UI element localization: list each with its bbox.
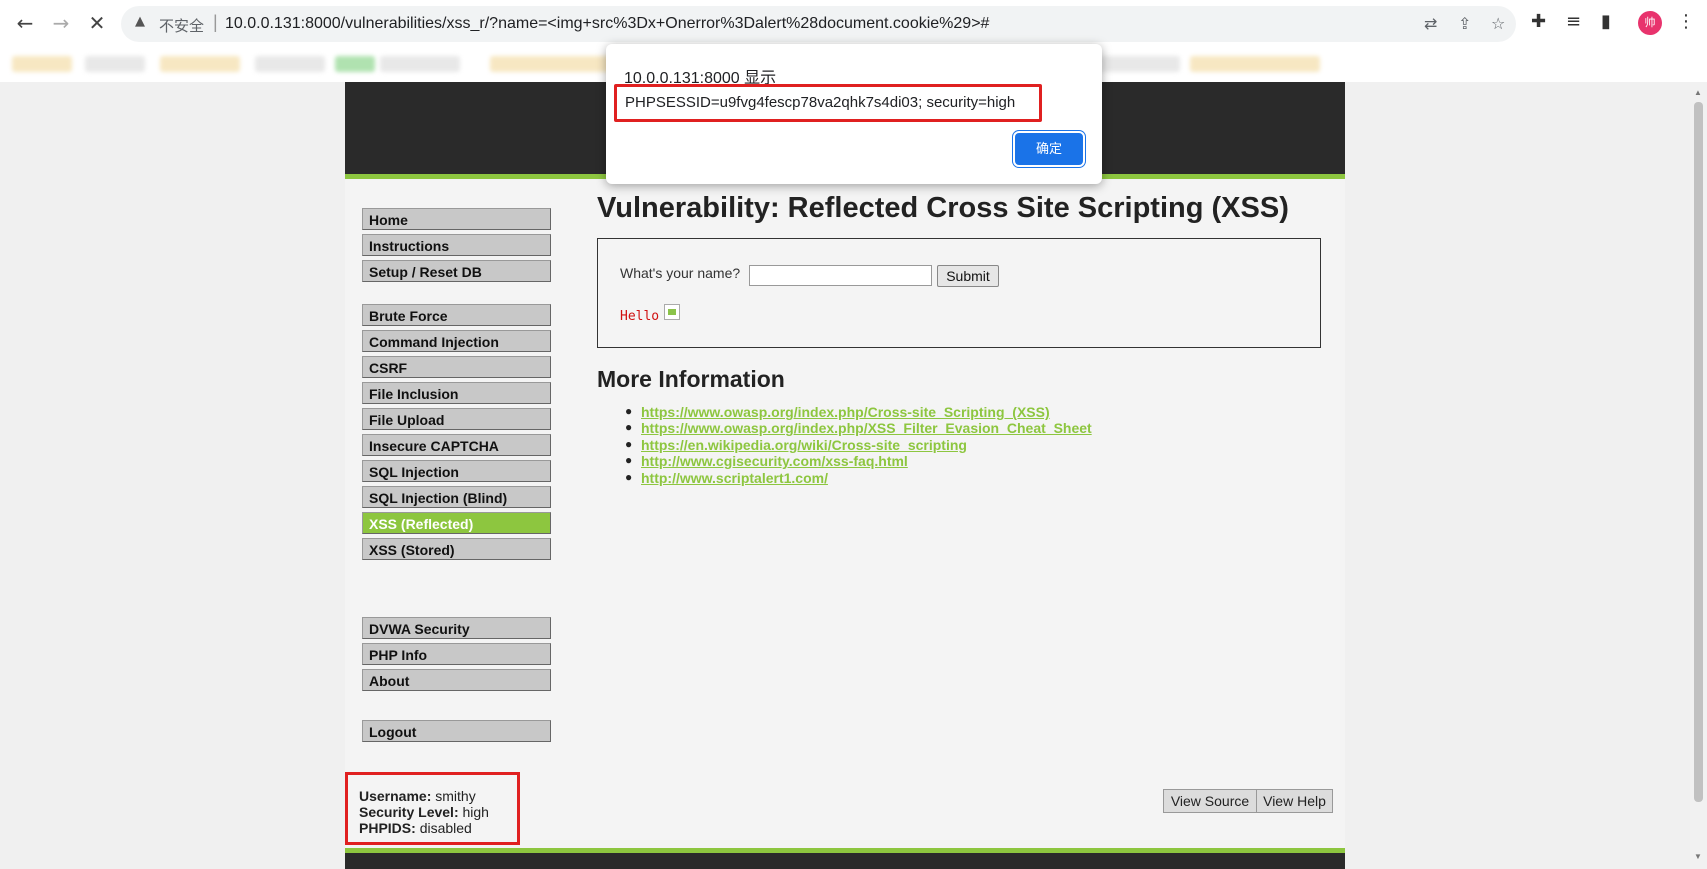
menu-item-xss-reflected[interactable]: XSS (Reflected): [362, 512, 551, 534]
menu-item-home[interactable]: Home: [362, 208, 551, 230]
scroll-thumb[interactable]: [1694, 102, 1703, 802]
bullet-icon: ●: [625, 420, 633, 434]
name-label: What's your name?: [620, 265, 741, 281]
warning-icon: ▲: [135, 14, 145, 29]
divider: |: [213, 12, 218, 32]
menu-item-insecure-captcha[interactable]: Insecure CAPTCHA: [362, 434, 551, 456]
broken-image-icon: [664, 304, 680, 320]
menu-item-instructions[interactable]: Instructions: [362, 234, 551, 256]
scroll-down-icon[interactable]: ▼: [1694, 852, 1702, 861]
menu-item-sql-injection[interactable]: SQL Injection: [362, 460, 551, 482]
star-icon[interactable]: ☆: [1491, 14, 1505, 33]
translate-icon[interactable]: ⇄: [1424, 14, 1437, 33]
arrow-right-icon[interactable]: →: [48, 10, 74, 36]
menu-item-setup[interactable]: Setup / Reset DB: [362, 260, 551, 282]
page-title: Vulnerability: Reflected Cross Site Scri…: [597, 192, 1289, 224]
address-bar[interactable]: ▲ 不安全 | 10.0.0.131:8000/vulnerabilities/…: [121, 6, 1516, 42]
close-icon[interactable]: ✕: [84, 10, 110, 36]
url-text[interactable]: 10.0.0.131:8000/vulnerabilities/xss_r/?n…: [225, 15, 989, 33]
more-menu-icon[interactable]: ⋮: [1677, 11, 1695, 32]
alert-dialog: 10.0.0.131:8000 显示 PHPSESSID=u9fvg4fescp…: [606, 44, 1102, 184]
menu-item-about[interactable]: About: [362, 669, 551, 691]
username-label: Username:: [359, 788, 436, 804]
avatar[interactable]: 帅: [1638, 11, 1662, 35]
link-wikipedia-xss[interactable]: https://en.wikipedia.org/wiki/Cross-site…: [641, 437, 967, 453]
bullet-icon: ●: [625, 404, 633, 418]
username-row: Username: smithy: [359, 788, 476, 804]
phpids-label: PHPIDS:: [359, 820, 420, 836]
link-scriptalert1[interactable]: http://www.scriptalert1.com/: [641, 470, 828, 486]
dvwa-container: Home Instructions Setup / Reset DB Brute…: [345, 82, 1345, 869]
link-cgisecurity[interactable]: http://www.cgisecurity.com/xss-faq.html: [641, 453, 908, 469]
view-help-button[interactable]: View Help: [1256, 789, 1333, 813]
scrollbar[interactable]: ▲ ▼: [1690, 82, 1707, 869]
bullet-icon: ●: [625, 453, 633, 467]
insecure-label[interactable]: 不安全: [159, 15, 204, 36]
side-panel-icon[interactable]: ▮: [1601, 11, 1611, 32]
share-icon[interactable]: ⇪: [1458, 14, 1471, 33]
menu-item-sql-injection-blind[interactable]: SQL Injection (Blind): [362, 486, 551, 508]
arrow-left-icon[interactable]: ←: [12, 10, 38, 36]
dvwa-footer: [345, 853, 1345, 869]
menu-item-brute-force[interactable]: Brute Force: [362, 304, 551, 326]
username-value: smithy: [435, 788, 476, 804]
alert-message-highlight: PHPSESSID=u9fvg4fescp78va2qhk7s4di03; se…: [614, 84, 1042, 122]
phpids-row: PHPIDS: disabled: [359, 820, 472, 836]
menu-item-file-upload[interactable]: File Upload: [362, 408, 551, 430]
browser-toolbar: ← → ✕ ▲ 不安全 | 10.0.0.131:8000/vulnerabil…: [0, 0, 1707, 46]
alert-ok-button[interactable]: 确定: [1015, 133, 1083, 165]
hello-output: Hello: [620, 309, 660, 324]
extensions-icon[interactable]: ✚: [1531, 11, 1546, 32]
reading-list-icon[interactable]: ≡: [1566, 11, 1581, 32]
security-level-label: Security Level:: [359, 804, 463, 820]
link-owasp-xss[interactable]: https://www.owasp.org/index.php/Cross-si…: [641, 404, 1050, 420]
xss-form: What's your name? Submit Hello: [597, 238, 1321, 348]
bullet-icon: ●: [625, 470, 633, 484]
link-owasp-filter-evasion[interactable]: https://www.owasp.org/index.php/XSS_Filt…: [641, 420, 1092, 436]
menu-item-logout[interactable]: Logout: [362, 720, 551, 742]
menu-item-file-inclusion[interactable]: File Inclusion: [362, 382, 551, 404]
phpids-value: disabled: [419, 820, 472, 836]
menu-item-csrf[interactable]: CSRF: [362, 356, 551, 378]
alert-message: PHPSESSID=u9fvg4fescp78va2qhk7s4di03; se…: [625, 94, 1016, 111]
security-level-row: Security Level: high: [359, 804, 489, 820]
name-input[interactable]: [749, 265, 932, 286]
menu-item-command-injection[interactable]: Command Injection: [362, 330, 551, 352]
bullet-icon: ●: [625, 437, 633, 451]
user-info-panel: Username: smithy Security Level: high PH…: [345, 772, 520, 845]
menu-item-xss-stored[interactable]: XSS (Stored): [362, 538, 551, 560]
menu-item-dvwa-security[interactable]: DVWA Security: [362, 617, 551, 639]
more-info-heading: More Information: [597, 366, 785, 392]
scroll-up-icon[interactable]: ▲: [1694, 88, 1702, 97]
security-level-value: high: [462, 804, 489, 820]
view-source-button[interactable]: View Source: [1163, 789, 1257, 813]
submit-button[interactable]: Submit: [937, 265, 999, 287]
menu-item-php-info[interactable]: PHP Info: [362, 643, 551, 665]
